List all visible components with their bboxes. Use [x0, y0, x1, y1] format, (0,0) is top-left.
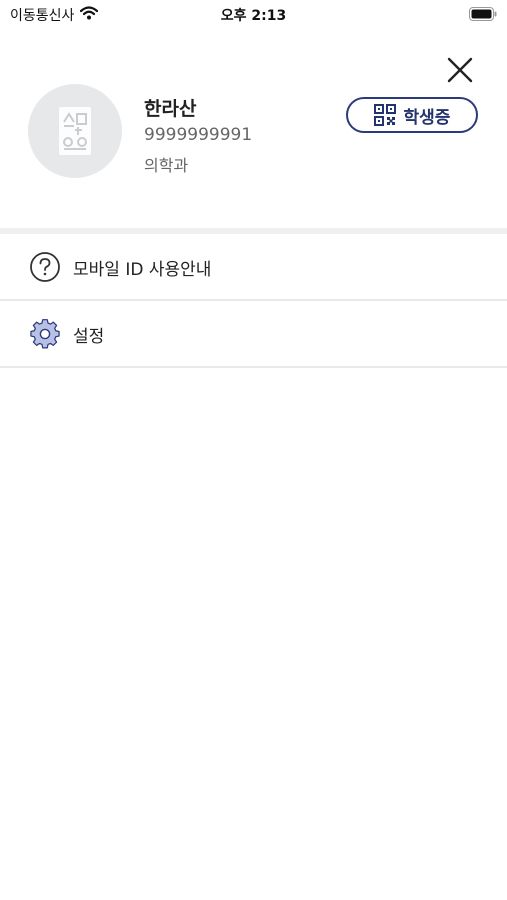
- student-id-card-label: 학생증: [403, 107, 451, 128]
- divider: [0, 366, 507, 368]
- gear-icon: [29, 318, 61, 350]
- battery-icon: [469, 6, 497, 25]
- help-circle-icon: [29, 251, 61, 283]
- profile-department: 의학과: [144, 156, 189, 175]
- close-button[interactable]: [442, 52, 478, 88]
- clock: 오후 2:13: [220, 8, 287, 24]
- university-logo-icon: [59, 107, 91, 155]
- profile-name: 한라산: [144, 98, 197, 120]
- status-bar: 이동통신사 오후 2:13: [0, 0, 507, 28]
- menu-item-label: 설정: [73, 326, 105, 347]
- menu-item-settings[interactable]: 설정: [0, 301, 507, 367]
- close-icon: [447, 57, 473, 83]
- qr-code-icon: [373, 104, 396, 126]
- avatar: [28, 84, 122, 178]
- menu-item-mobile-id-guide[interactable]: 모바일 ID 사용안내: [0, 234, 507, 300]
- menu-item-label: 모바일 ID 사용안내: [73, 259, 212, 280]
- student-id-card-button[interactable]: 학생증: [346, 97, 478, 133]
- profile-student-id: 9999999991: [144, 125, 253, 145]
